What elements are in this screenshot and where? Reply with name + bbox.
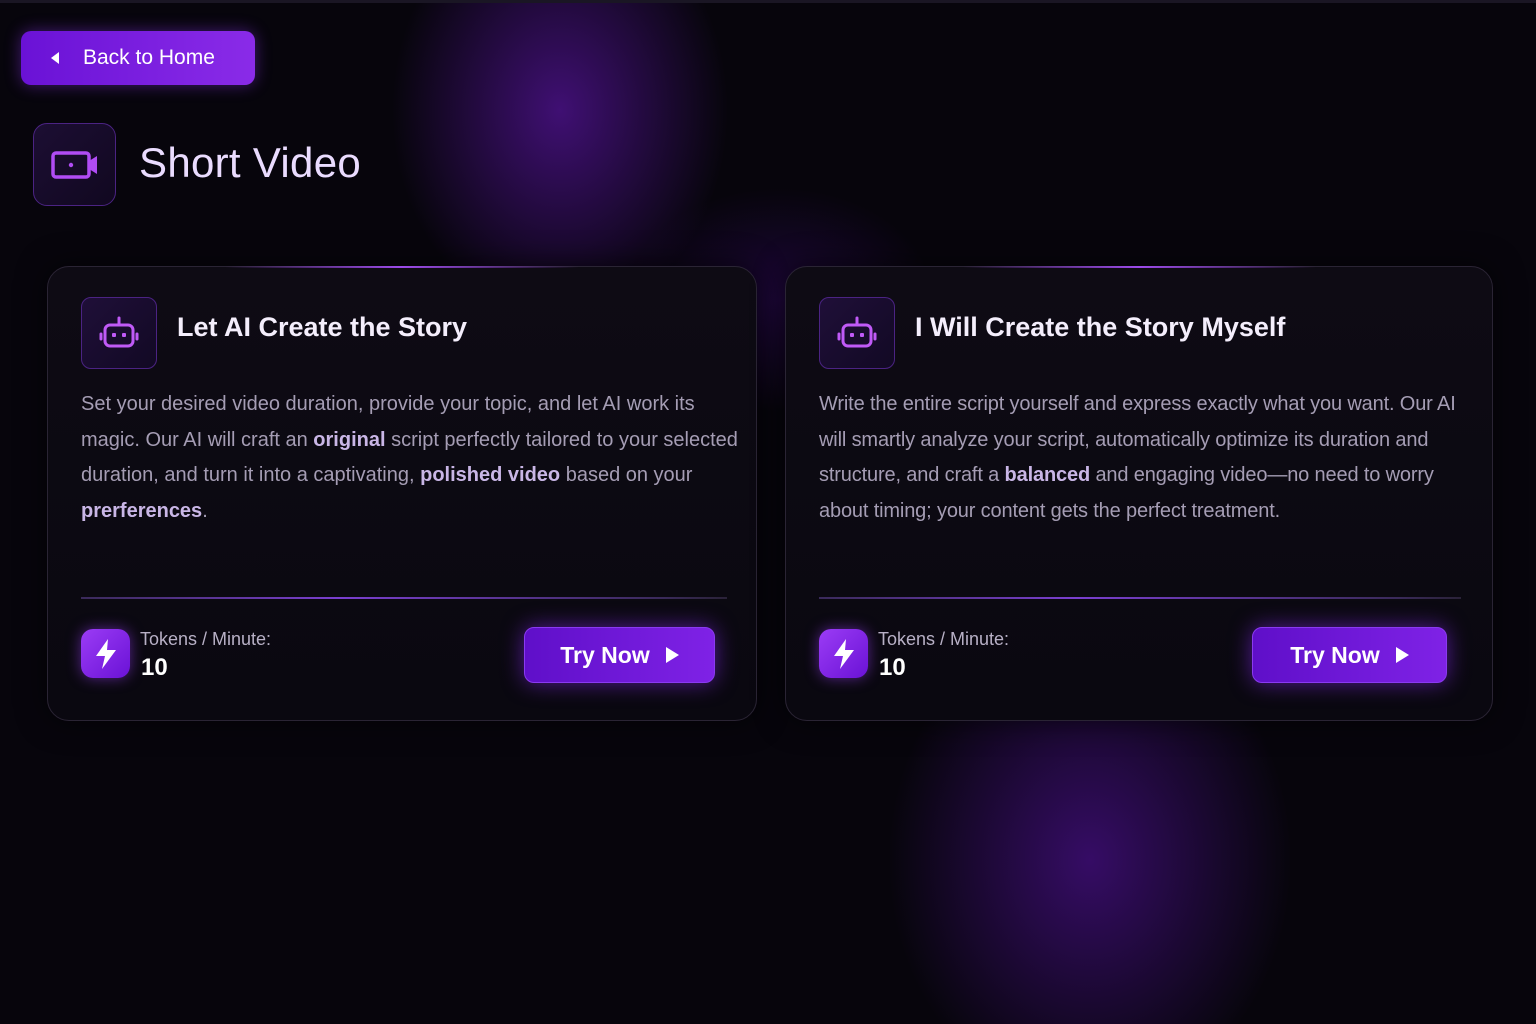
caret-left-icon (51, 52, 59, 64)
play-icon (665, 647, 679, 663)
page-title: Short Video (139, 139, 362, 186)
description-highlight: polished video (420, 464, 561, 486)
tokens-value: 10 (141, 654, 168, 681)
play-icon (1395, 647, 1409, 663)
try-now-label: Try Now (560, 641, 650, 668)
card-description: Set your desired video duration, provide… (81, 387, 741, 529)
robot-icon (81, 297, 157, 369)
back-to-home-button[interactable]: Back to Home (21, 31, 255, 85)
top-border (0, 0, 1536, 3)
card-description: Write the entire script yourself and exp… (819, 387, 1479, 529)
try-now-button[interactable]: Try Now (1252, 627, 1447, 683)
try-now-button[interactable]: Try Now (524, 627, 715, 683)
description-text: . (202, 499, 208, 522)
page: Back to Home Short Video Let AI Create t… (0, 0, 1536, 1024)
card-ai-story: Let AI Create the Story Set your desired… (47, 266, 757, 721)
card-title: Let AI Create the Story (177, 312, 468, 342)
card-top-glow (225, 266, 579, 268)
video-camera-icon (33, 123, 116, 206)
tokens-value: 10 (879, 654, 906, 681)
card-title: I Will Create the Story Myself (915, 312, 1286, 342)
bolt-icon (819, 629, 868, 678)
description-highlight: balanced (1004, 464, 1091, 486)
card-own-story: I Will Create the Story Myself Write the… (785, 266, 1493, 721)
card-divider (819, 597, 1461, 599)
tokens-label: Tokens / Minute: (878, 629, 1010, 649)
card-top-glow (962, 266, 1316, 268)
card-divider (81, 597, 727, 599)
description-highlight: prerferences (81, 499, 203, 522)
back-to-home-label: Back to Home (83, 46, 215, 69)
tokens-label: Tokens / Minute: (140, 629, 272, 649)
description-text: based on your (560, 464, 693, 486)
bolt-icon (81, 629, 130, 678)
description-highlight: original (313, 428, 386, 451)
robot-icon (819, 297, 895, 369)
try-now-label: Try Now (1290, 641, 1380, 668)
